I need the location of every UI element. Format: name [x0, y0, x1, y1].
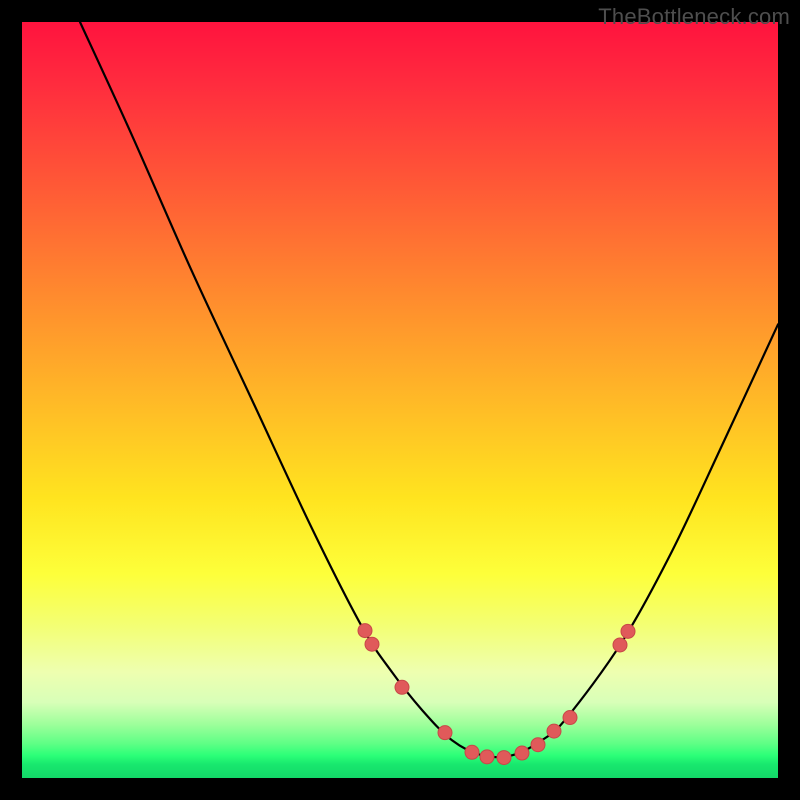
highlight-dot [515, 746, 529, 760]
highlight-dot [480, 750, 494, 764]
highlight-dot [621, 624, 635, 638]
highlight-dots [358, 624, 635, 765]
highlight-dot [613, 638, 627, 652]
highlight-dot [531, 738, 545, 752]
chart-overlay [22, 22, 778, 778]
highlight-dot [358, 624, 372, 638]
highlight-dot [465, 745, 479, 759]
watermark-text: TheBottleneck.com [598, 4, 790, 30]
chart-frame: TheBottleneck.com [0, 0, 800, 800]
plot-area [22, 22, 778, 778]
highlight-dot [563, 711, 577, 725]
highlight-dot [438, 726, 452, 740]
bottleneck-curve [80, 22, 778, 757]
highlight-dot [395, 680, 409, 694]
highlight-dot [365, 637, 379, 651]
highlight-dot [497, 751, 511, 765]
highlight-dot [547, 724, 561, 738]
